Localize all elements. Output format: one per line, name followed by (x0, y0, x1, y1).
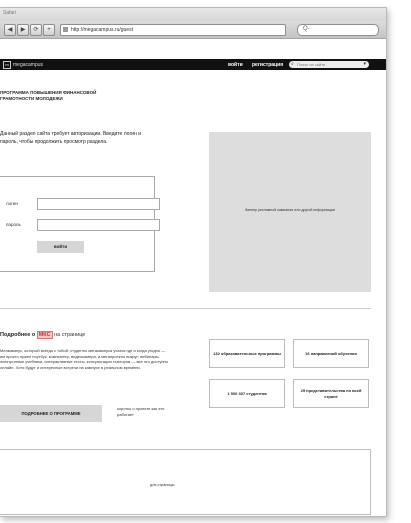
stat-directions: 16 направлений обучения (293, 339, 369, 368)
nav-register-link[interactable]: регистрация (252, 62, 283, 68)
site-header: m megacampus войти регистрация ⌕ Поиск н… (0, 59, 386, 70)
login-label: логин (6, 201, 18, 206)
site-search-placeholder: Поиск на сайте (297, 62, 326, 67)
about-heading-suffix: на странице (54, 332, 86, 338)
login-input[interactable] (37, 198, 160, 210)
reload-icon[interactable]: ⟳ (30, 24, 42, 36)
about-heading: Подробнее о МКС на странице (0, 331, 86, 339)
site-name[interactable]: megacampus (13, 62, 43, 68)
bottom-banner: для страницы (0, 449, 371, 515)
browser-toolbar: ◀ ▶ ⟳ + http://megacampus.ru/guest Q- (0, 21, 386, 39)
favicon-icon (63, 27, 68, 32)
about-heading-prefix: Подробнее о (0, 332, 36, 338)
about-program-button[interactable]: ПОДРОБНЕЕ О ПРОГРАММЕ (0, 405, 102, 422)
login-button[interactable]: войти (37, 241, 84, 253)
about-text: Мегакампус, который всегда с тобой: студ… (0, 348, 168, 370)
chevron-down-icon[interactable]: ▾ (363, 61, 366, 67)
browser-search-field[interactable]: Q- (297, 24, 379, 36)
program-title: ПРОГРАММА ПОВЫШЕНИЯ ФИНАНСОВОЙ ГРАМОТНОС… (0, 90, 97, 101)
stat-offices: 25 представительства по всей стране (293, 379, 369, 408)
image-caption: баннер рекламной кампании или другой инф… (245, 208, 335, 212)
url-text: http://megacampus.ru/guest (71, 27, 133, 33)
section-divider (0, 308, 371, 309)
password-label: пароль (6, 222, 21, 227)
logo-icon[interactable]: m (3, 61, 11, 69)
address-bar[interactable]: http://megacampus.ru/guest (60, 24, 286, 36)
nav-login-link[interactable]: войти (228, 62, 243, 68)
stat-programs: 132 образовательных программы (209, 339, 285, 368)
browser-window: Safari ◀ ▶ ⟳ + http://megacampus.ru/gues… (0, 7, 387, 517)
about-heading-highlight[interactable]: МКС (36, 331, 53, 339)
bottom-banner-caption: для страницы (150, 483, 175, 487)
site-search-input[interactable]: ⌕ Поиск на сайте ▾ (289, 61, 369, 68)
search-icon: Q- (303, 26, 310, 32)
password-input[interactable] (37, 219, 160, 231)
title-bar: Safari (0, 8, 386, 21)
login-form: логин пароль войти (0, 176, 160, 272)
forward-icon[interactable]: ▶ (17, 24, 29, 36)
back-icon[interactable]: ◀ (4, 24, 16, 36)
stat-students: 1 500 307 студентов (209, 379, 285, 408)
image-placeholder: баннер рекламной кампании или другой инф… (209, 132, 371, 292)
add-bookmark-icon[interactable]: + (43, 24, 55, 36)
about-project-link[interactable]: коротко о проекте как это работает (117, 406, 175, 417)
search-icon: ⌕ (291, 61, 294, 67)
window-title: Safari (3, 10, 17, 16)
auth-note: Данный раздел сайта требует авторизации.… (0, 131, 142, 145)
